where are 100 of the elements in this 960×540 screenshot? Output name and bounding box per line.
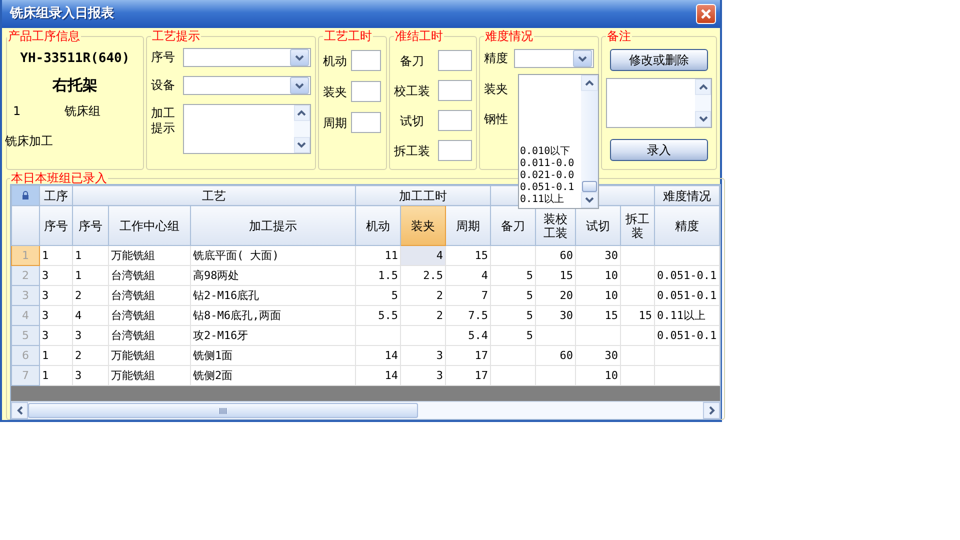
table-cell: 3 [40, 306, 72, 326]
chevron-left-icon [16, 406, 22, 415]
column-header[interactable]: 装夹 [400, 206, 446, 246]
table-cell: 3 [72, 326, 108, 346]
scroll-down-button[interactable] [695, 111, 711, 127]
table-cell: 5 [490, 306, 536, 326]
table-cell: 高98两处 [190, 266, 356, 286]
table-cell [654, 346, 720, 366]
chevron-up-icon [698, 84, 708, 90]
table-cell: 4 [446, 266, 491, 286]
table-cell: 30 [576, 246, 621, 266]
chevron-right-icon [708, 406, 715, 415]
chevron-up-icon [585, 80, 594, 86]
group-title: 准结工时 [394, 30, 444, 42]
table-cell: 2 [400, 286, 446, 306]
scroll-up-button[interactable] [695, 79, 711, 95]
action-button[interactable]: 修改或删除 [610, 49, 708, 71]
table-cell: 0.051-0.1 [654, 266, 720, 286]
field-label: 试切 [399, 114, 425, 128]
scroll-down-button[interactable] [294, 137, 310, 153]
table-cell: 0.051-0.1 [654, 326, 720, 346]
dropdown-list[interactable]: 0.010以下 0.011-0.0 0.021-0.0 0.051-0.1 0.11以上 [518, 74, 599, 209]
chevron-down-icon [698, 116, 708, 122]
column-header[interactable]: 机动 [356, 206, 401, 246]
chevron-down-icon [294, 54, 304, 60]
field-label: 备刀 [399, 54, 425, 68]
horizontal-scrollbar[interactable] [11, 401, 720, 419]
table-cell: 5 [490, 286, 536, 306]
input-field[interactable] [438, 140, 472, 161]
table-cell: 7 [446, 286, 491, 306]
scroll-down-button[interactable] [581, 192, 598, 208]
field-label: 装夹 [484, 82, 508, 97]
scroll-left-button[interactable] [11, 402, 28, 419]
window-title: 铣床组录入日报表 [10, 7, 114, 21]
table-cell: 0.11以上 [654, 306, 720, 326]
list-option[interactable]: 0.051-0.1 [520, 182, 574, 194]
column-header[interactable]: 周期 [446, 206, 491, 246]
dropdown-button[interactable] [573, 50, 592, 67]
group-title: 工艺工时 [322, 30, 373, 42]
table-cell: 攻2-M16牙 [190, 326, 356, 346]
lock-icon [22, 190, 29, 200]
group-title: 本日本班组已录入 [10, 172, 108, 184]
list-option[interactable]: 0.011-0.0 [520, 158, 574, 170]
table-cell: 1 [40, 346, 72, 366]
group-title: 工艺提示 [150, 30, 201, 42]
table-cell [536, 326, 576, 346]
column-header[interactable]: 试切 [576, 206, 621, 246]
chevron-up-icon [297, 110, 306, 116]
table-cell [620, 326, 655, 346]
table-cell: 铣侧1面 [190, 346, 356, 366]
dropdown-field[interactable] [514, 49, 594, 68]
column-header[interactable]: 加工提示 [190, 206, 356, 246]
table-cell: 5 [356, 286, 401, 306]
scrollbar-thumb[interactable] [582, 181, 597, 192]
scroll-right-button[interactable] [703, 402, 720, 419]
input-field[interactable] [350, 81, 381, 102]
table-cell: 2 [72, 286, 108, 306]
dropdown-button[interactable] [290, 77, 309, 94]
table-cell: 3 [40, 326, 72, 346]
chevron-down-icon [294, 82, 304, 88]
column-header[interactable]: 精度 [654, 206, 720, 246]
part-number: YH-33511R(640) [19, 52, 131, 66]
text-area[interactable] [606, 78, 712, 128]
process-name: 铣床加工 [5, 134, 54, 148]
list-option[interactable]: 0.021-0.0 [520, 170, 574, 182]
input-field[interactable] [438, 50, 472, 71]
list-option[interactable]: 0.010以下 [520, 146, 570, 158]
action-button[interactable]: 录入 [610, 139, 708, 161]
dropdown-field[interactable] [182, 76, 311, 95]
scroll-up-button[interactable] [294, 105, 310, 121]
table-cell [576, 326, 621, 346]
table-cell [356, 326, 401, 346]
input-field[interactable] [350, 50, 381, 71]
table-cell [490, 246, 536, 266]
scrollbar-thumb[interactable] [28, 403, 418, 418]
list-option[interactable]: 0.11以上 [520, 194, 564, 206]
dropdown-field[interactable] [182, 48, 311, 67]
column-header[interactable]: 序号 [72, 206, 108, 246]
close-button[interactable] [696, 4, 716, 24]
table-cell [490, 366, 536, 386]
column-header[interactable]: 工作中心组 [108, 206, 190, 246]
chevron-down-icon [585, 197, 594, 203]
table-cell: 铣侧2面 [190, 366, 356, 386]
field-label: 校工装 [394, 84, 430, 98]
table-cell: 60 [536, 246, 576, 266]
input-field[interactable] [350, 112, 381, 133]
table-cell [490, 346, 536, 366]
field-label: 精度 [484, 51, 508, 66]
column-header[interactable]: 拆工装 [620, 206, 655, 246]
table-cell: 10 [576, 286, 621, 306]
group-header: 工艺 [72, 186, 356, 206]
input-field[interactable] [438, 80, 472, 101]
field-label: 拆工装 [394, 144, 430, 158]
table-cell [620, 266, 655, 286]
column-header[interactable]: 备刀 [490, 206, 536, 246]
dropdown-button[interactable] [290, 49, 309, 66]
input-field[interactable] [438, 110, 472, 131]
table-cell: 2 [400, 306, 446, 326]
scroll-up-button[interactable] [581, 75, 598, 91]
column-header[interactable]: 序号 [40, 206, 72, 246]
